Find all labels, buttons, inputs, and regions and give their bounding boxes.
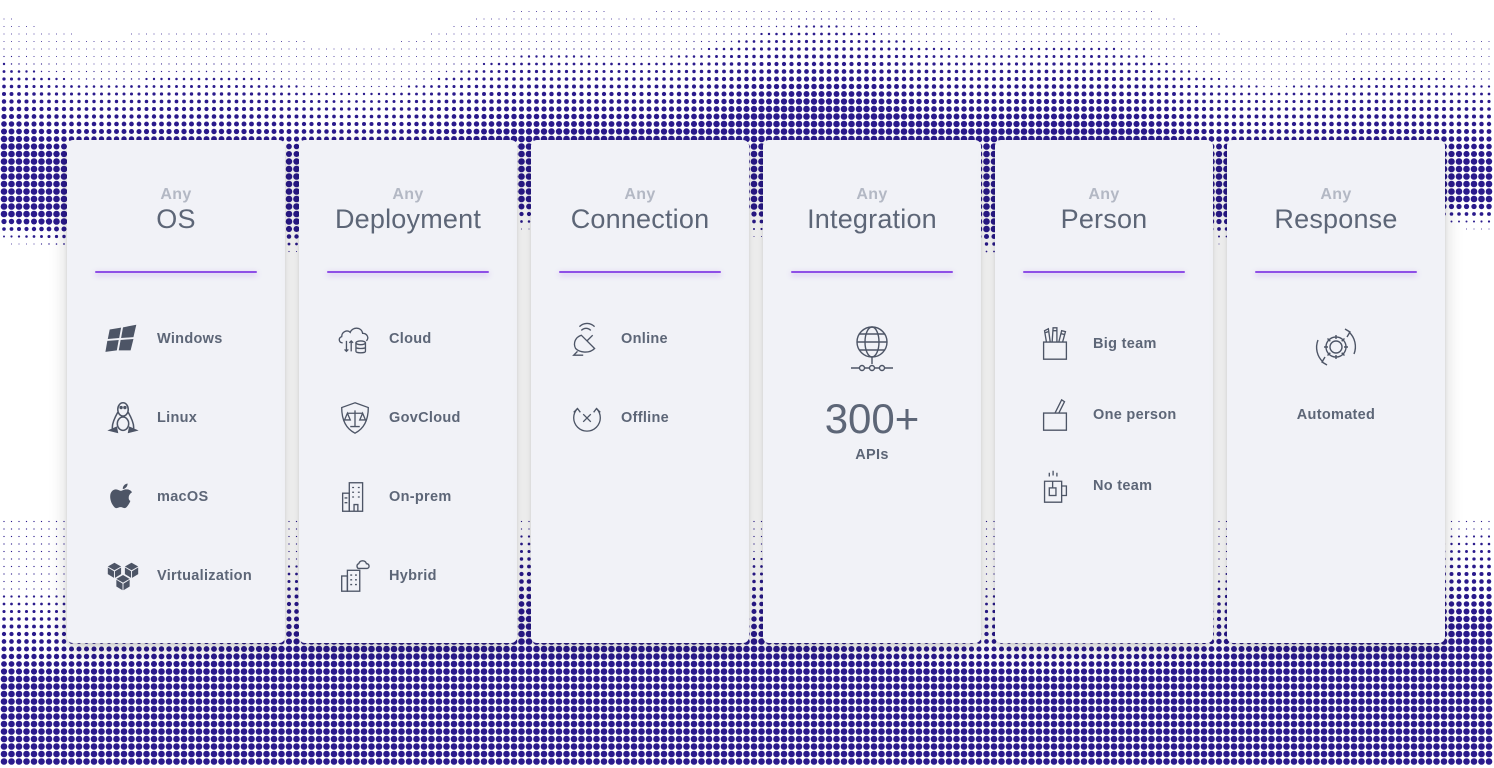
- card-integration: Any Integration 300+ APIs: [763, 140, 981, 643]
- card-eyebrow: Any: [624, 186, 656, 203]
- linux-icon: [101, 398, 145, 438]
- item-label: No team: [1093, 478, 1153, 494]
- item-label: Virtualization: [157, 568, 252, 584]
- card-title: Connection: [570, 204, 710, 234]
- card-eyebrow: Any: [856, 186, 888, 203]
- shield-scales-icon: [333, 398, 377, 438]
- integration-unit: APIs: [855, 447, 889, 463]
- item-label: macOS: [157, 489, 209, 505]
- list-item-cloud: Cloud: [299, 315, 517, 363]
- apple-icon: [101, 477, 145, 517]
- list-item-no-team: No team: [995, 462, 1213, 510]
- item-label: Windows: [157, 331, 223, 347]
- card-title: Deployment: [334, 204, 482, 234]
- feature-cards: Any OS Windows Linux macOS Virtualizatio…: [67, 140, 1445, 643]
- integration-count: 300+: [824, 395, 920, 442]
- card-connection: Any Connection Online Offline: [531, 140, 749, 643]
- card-deployment: Any Deployment Cloud GovCloud On-prem Hy…: [299, 140, 517, 643]
- card-title: Response: [1274, 204, 1398, 234]
- item-label: Offline: [621, 410, 670, 426]
- list-item-one-person: One person: [995, 391, 1213, 439]
- card-eyebrow: Any: [1088, 186, 1120, 203]
- list-item-hybrid: Hybrid: [299, 552, 517, 600]
- card-eyebrow: Any: [160, 186, 192, 203]
- pencil-cup-icon: [1033, 324, 1077, 364]
- item-label: Big team: [1093, 336, 1157, 352]
- card-title: OS: [156, 204, 196, 234]
- card-person: Any Person Big team One person No team: [995, 140, 1213, 643]
- satellite-dish-icon: [565, 319, 609, 359]
- virtualization-icon: [101, 556, 145, 596]
- mug-icon: [1033, 466, 1077, 506]
- item-label: Linux: [157, 410, 198, 426]
- card-divider: [1023, 271, 1185, 273]
- card-title: Integration: [807, 204, 937, 234]
- windows-icon: [101, 319, 145, 359]
- list-item-online: Online: [531, 315, 749, 363]
- building-icon: [333, 477, 377, 517]
- card-title: Person: [1060, 204, 1148, 234]
- disconnected-icon: [565, 398, 609, 438]
- card-eyebrow: Any: [392, 186, 424, 203]
- card-divider: [559, 271, 721, 273]
- list-item-offline: Offline: [531, 394, 749, 442]
- list-item-virtualization: Virtualization: [67, 552, 285, 600]
- list-item-macos: macOS: [67, 473, 285, 521]
- item-label: On-prem: [389, 489, 452, 505]
- card-response: Any Response Automated: [1227, 140, 1445, 643]
- response-label: Automated: [1296, 407, 1376, 423]
- list-item-govcloud: GovCloud: [299, 394, 517, 442]
- card-divider: [95, 271, 257, 273]
- item-label: Hybrid: [389, 568, 437, 584]
- item-label: Online: [621, 331, 668, 347]
- list-item-big-team: Big team: [995, 320, 1213, 368]
- card-eyebrow: Any: [1320, 186, 1352, 203]
- card-divider: [1255, 271, 1417, 273]
- list-item-linux: Linux: [67, 394, 285, 442]
- list-item-windows: Windows: [67, 315, 285, 363]
- gear-cycle-icon: [1227, 320, 1445, 379]
- globe-network-icon: [763, 320, 981, 379]
- card-divider: [327, 271, 489, 273]
- cloud-database-icon: [333, 319, 377, 359]
- item-label: GovCloud: [389, 410, 461, 426]
- item-label: One person: [1093, 407, 1177, 423]
- item-label: Cloud: [389, 331, 432, 347]
- single-pencil-cup-icon: [1033, 395, 1077, 435]
- list-item-on-prem: On-prem: [299, 473, 517, 521]
- card-divider: [791, 271, 953, 273]
- card-os: Any OS Windows Linux macOS Virtualizatio…: [67, 140, 285, 643]
- building-cloud-icon: [333, 556, 377, 596]
